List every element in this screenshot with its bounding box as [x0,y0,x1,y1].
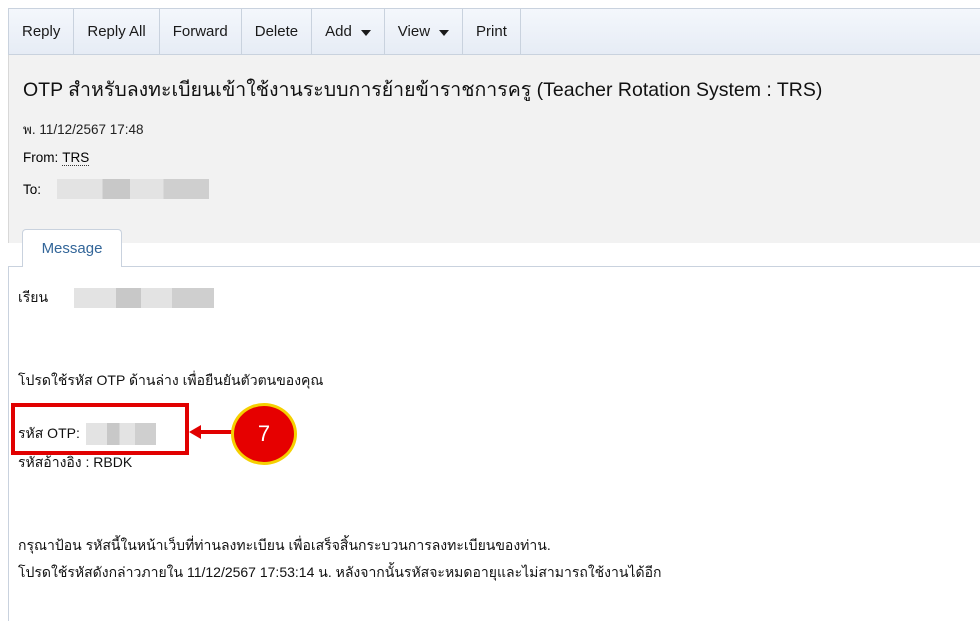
reply-all-label: Reply All [87,23,146,40]
mail-toolbar: Reply Reply All Forward Delete Add View … [8,8,980,55]
redacted-recipient [57,179,210,199]
delete-label: Delete [254,23,299,40]
delete-button[interactable]: Delete [242,9,313,54]
sender-name-link[interactable]: TRS [62,150,90,166]
view-dropdown-button[interactable]: View [385,9,464,54]
from-row: From: TRS [23,150,90,166]
step-number-badge: 7 [231,403,297,465]
print-button[interactable]: Print [463,9,521,54]
callout-arrow-line [200,430,234,434]
message-subject: OTP สำหรับลงทะเบียนเข้าใช้งานระบบการย้าย… [23,79,823,101]
add-dropdown-button[interactable]: Add [312,9,385,54]
print-label: Print [476,23,507,40]
reply-label: Reply [22,23,61,40]
otp-instruction: โปรดใช้รหัส OTP ด้านล่าง เพื่อยืนยันตัวต… [18,372,324,388]
message-date: พ. 11/12/2567 17:48 [23,122,144,137]
reference-code: รหัสอ้างอิง : RBDK [18,454,133,470]
arrow-left-icon [189,425,201,439]
forward-label: Forward [172,23,228,40]
body-line-1: กรุณาป้อน รหัสนี้ในหน้าเว็บที่ท่านลงทะเบ… [18,537,551,553]
greeting-row: เรียน [18,287,215,309]
tab-divider [8,266,980,267]
from-label: From: [23,150,59,165]
otp-highlight-box [11,403,189,455]
forward-button[interactable]: Forward [160,9,242,54]
chevron-down-icon [360,29,371,36]
greeting-text: เรียน [18,289,49,305]
reply-all-button[interactable]: Reply All [74,9,160,54]
tab-message-label: Message [41,240,103,257]
body-line-2: โปรดใช้รหัสดังกล่าวภายใน 11/12/2567 17:5… [18,564,662,580]
message-header: OTP สำหรับลงทะเบียนเข้าใช้งานระบบการย้าย… [8,55,980,243]
chevron-down-icon [439,29,450,36]
reply-button[interactable]: Reply [9,9,75,54]
to-label: To: [23,181,42,197]
step-number: 7 [257,421,271,446]
tab-message[interactable]: Message [22,229,122,267]
to-row: To: [23,179,210,199]
body-border [8,267,9,621]
redacted-recipient-name [74,288,215,308]
add-label: Add [325,23,352,40]
view-label: View [397,23,431,40]
